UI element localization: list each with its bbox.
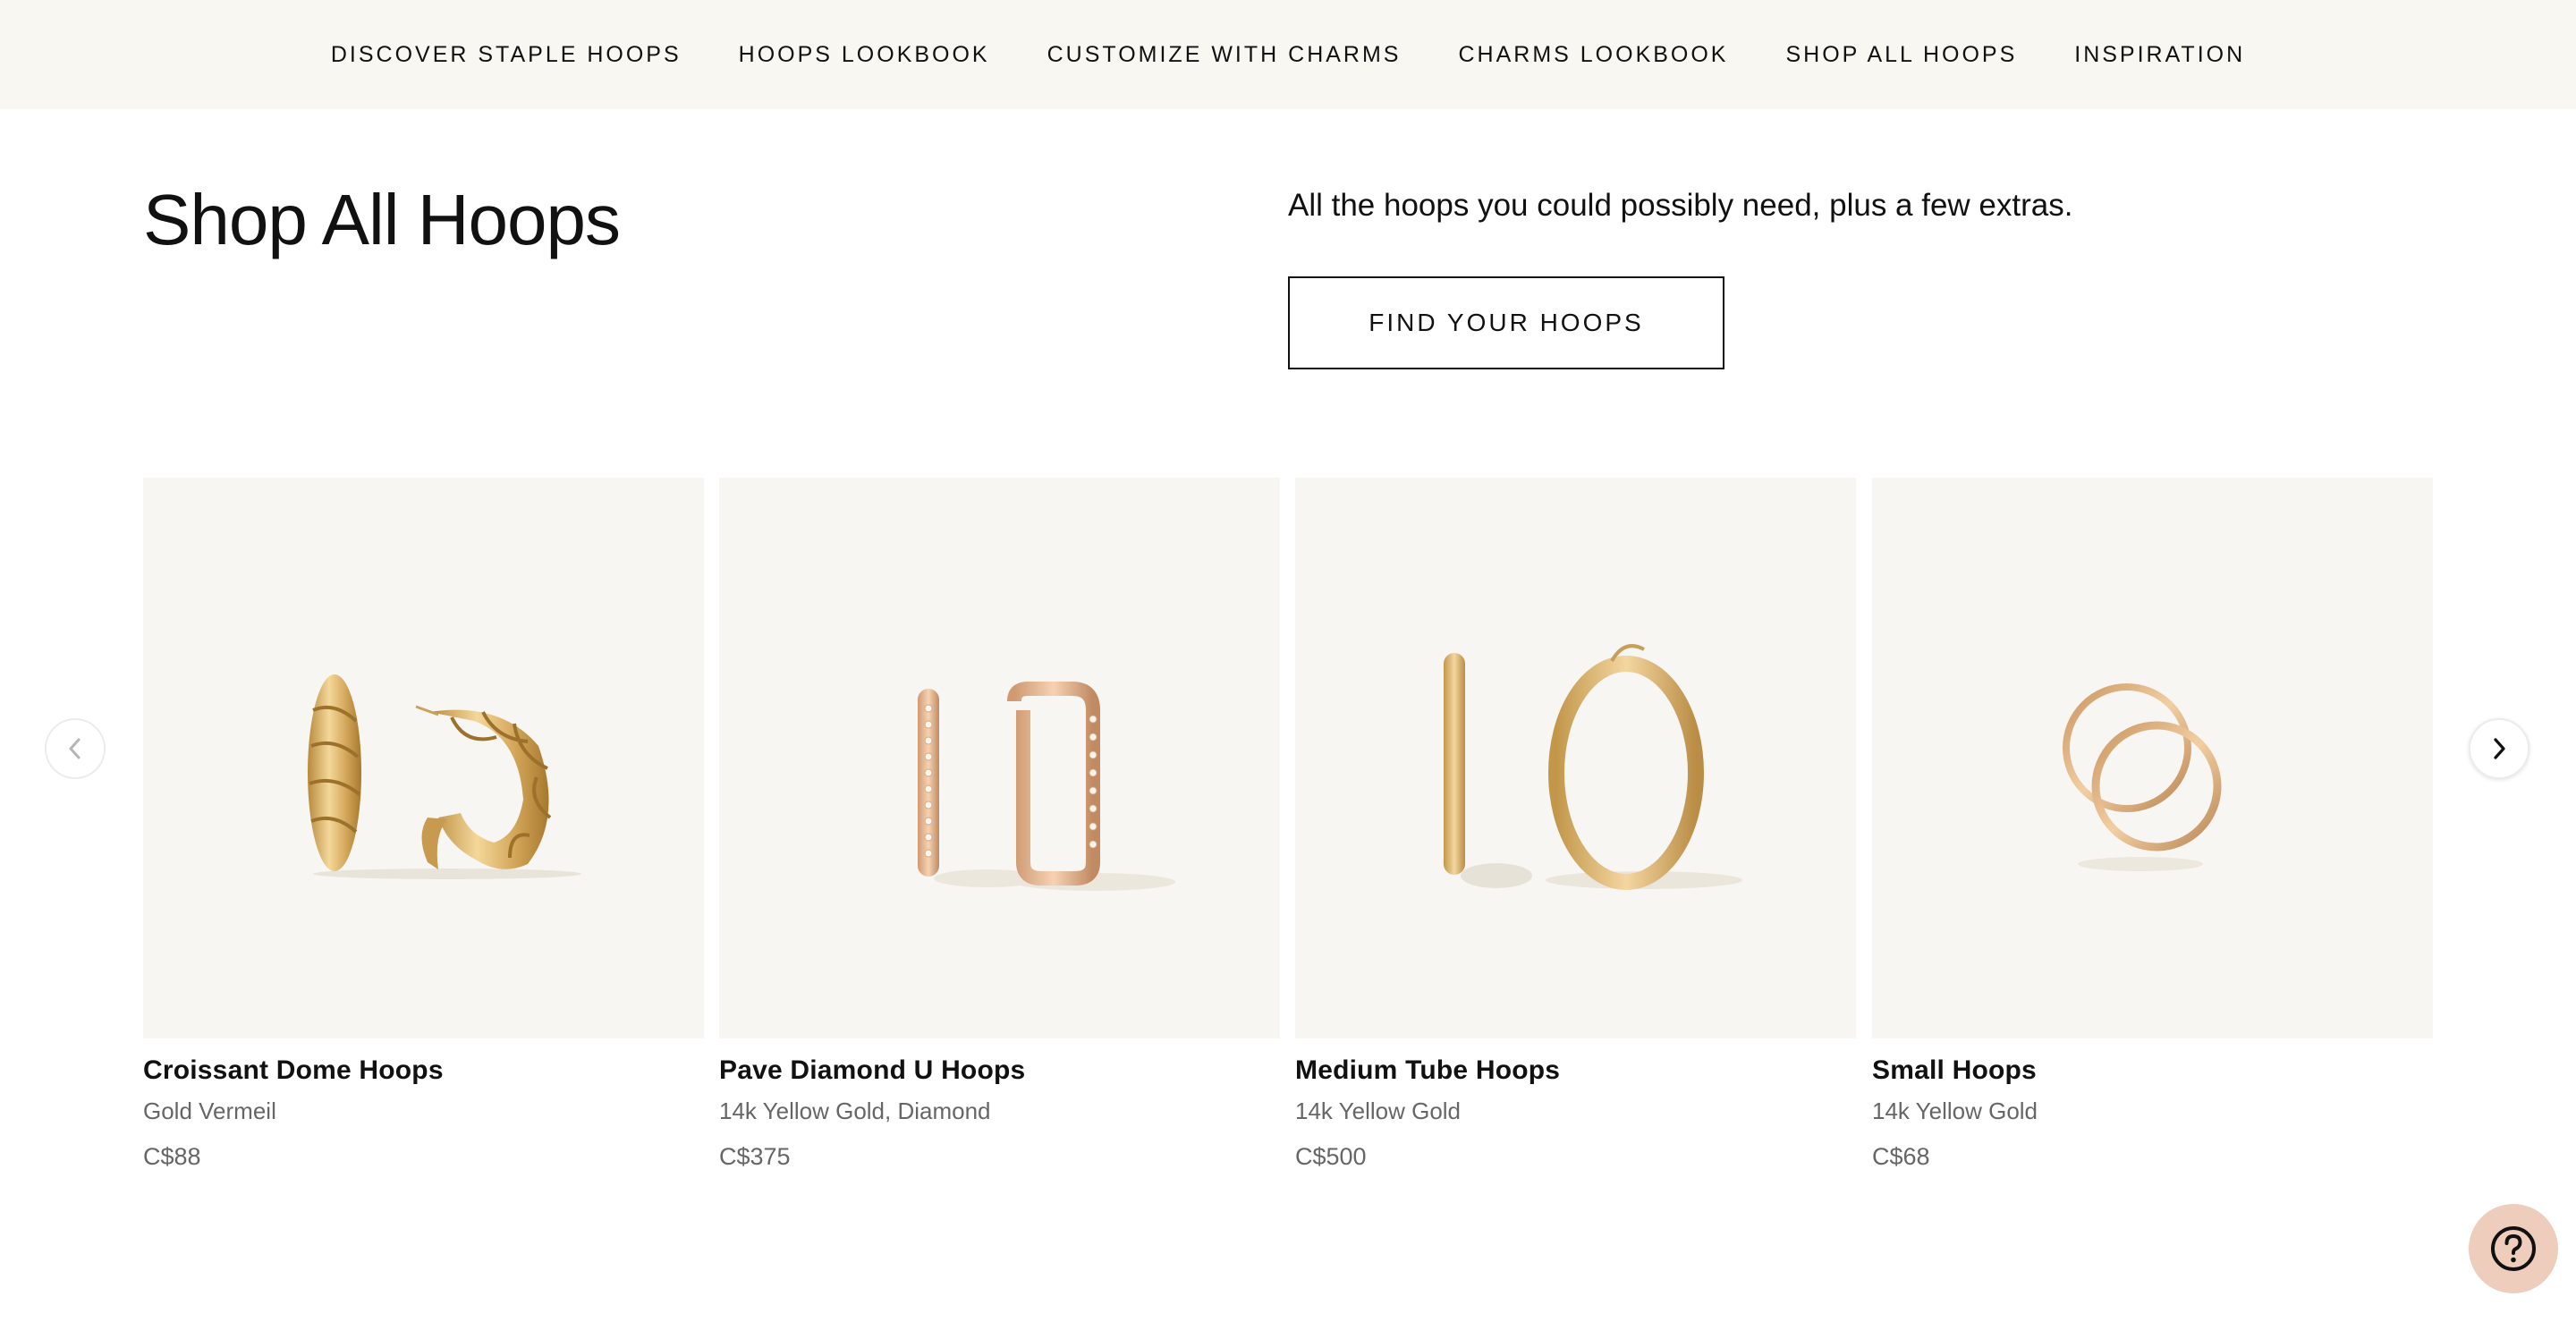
page-title: Shop All Hoops xyxy=(143,180,621,259)
croissant-dome-hoops-image[interactable] xyxy=(143,478,704,1038)
find-your-hoops-button[interactable]: FIND YOUR HOOPS xyxy=(1288,276,1724,369)
carousel-prev-button[interactable] xyxy=(45,718,106,779)
product-price: C$375 xyxy=(719,1143,791,1170)
product-card[interactable]: Medium Tube Hoops 14k Yellow Gold C$500 xyxy=(1295,478,1856,1170)
product-material: 14k Yellow Gold, Diamond xyxy=(719,1097,991,1124)
chevron-right-icon xyxy=(2494,738,2505,759)
product-price: C$500 xyxy=(1295,1143,1367,1170)
small-hoops-image[interactable] xyxy=(1872,478,2433,1038)
medium-tube-hoops-image[interactable] xyxy=(1295,478,1856,1038)
product-price: C$68 xyxy=(1872,1143,1930,1170)
pave-diamond-u-hoops-image[interactable] xyxy=(719,478,1280,1038)
nav-item-shop-all-hoops[interactable]: SHOP ALL HOOPS xyxy=(1785,42,2017,68)
page-tagline: All the hoops you could possibly need, p… xyxy=(1288,188,2073,223)
nav-item-customize-with-charms[interactable]: CUSTOMIZE WITH CHARMS xyxy=(1047,42,1402,68)
product-name[interactable]: Croissant Dome Hoops xyxy=(143,1055,444,1086)
product-price: C$88 xyxy=(143,1143,201,1170)
product-material: 14k Yellow Gold xyxy=(1872,1097,2038,1124)
product-card[interactable]: Pave Diamond U Hoops 14k Yellow Gold, Di… xyxy=(719,478,1280,1170)
carousel-next-button[interactable] xyxy=(2469,718,2529,779)
nav-item-discover-staple-hoops[interactable]: DISCOVER STAPLE HOOPS xyxy=(331,42,682,68)
question-mark-icon xyxy=(2491,1226,2536,1271)
chevron-left-icon xyxy=(69,738,80,759)
product-card[interactable]: Croissant Dome Hoops Gold Vermeil C$88 xyxy=(143,478,704,1170)
help-button[interactable] xyxy=(2469,1204,2558,1293)
nav-item-inspiration[interactable]: INSPIRATION xyxy=(2074,42,2245,68)
product-material: 14k Yellow Gold xyxy=(1295,1097,1462,1124)
product-name[interactable]: Small Hoops xyxy=(1872,1055,2037,1086)
nav-item-hoops-lookbook[interactable]: HOOPS LOOKBOOK xyxy=(739,42,990,68)
product-carousel: Croissant Dome Hoops Gold Vermeil C$88 P… xyxy=(143,478,2433,1193)
product-card[interactable]: Small Hoops 14k Yellow Gold C$68 xyxy=(1872,478,2433,1170)
top-navigation: DISCOVER STAPLE HOOPS HOOPS LOOKBOOK CUS… xyxy=(0,0,2576,109)
product-name[interactable]: Pave Diamond U Hoops xyxy=(719,1055,1025,1086)
product-material: Gold Vermeil xyxy=(143,1097,276,1124)
product-name[interactable]: Medium Tube Hoops xyxy=(1295,1055,1560,1086)
nav-item-charms-lookbook[interactable]: CHARMS LOOKBOOK xyxy=(1458,42,1728,68)
